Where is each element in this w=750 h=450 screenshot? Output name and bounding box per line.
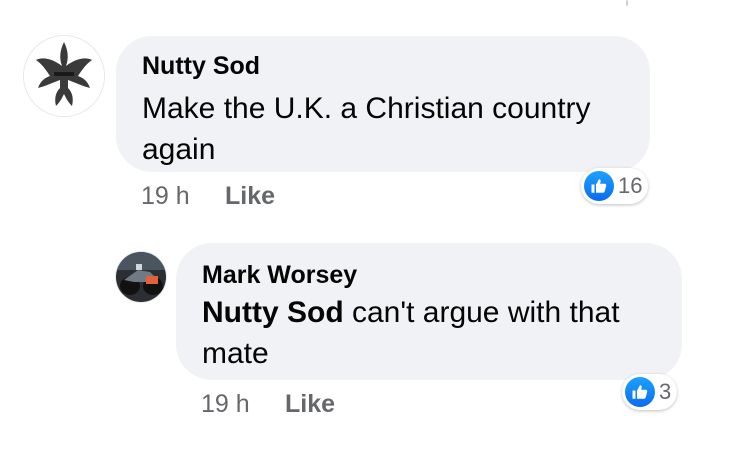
comment-text: Nutty Sod can't argue with that mate	[202, 292, 672, 374]
like-button[interactable]: Like	[285, 390, 335, 419]
comment-timestamp[interactable]: 19 h	[141, 182, 190, 211]
motorcycle-photo	[116, 252, 166, 302]
avatar[interactable]	[116, 252, 166, 302]
top-divider	[626, 0, 628, 6]
reaction-summary[interactable]: 3	[622, 374, 678, 410]
like-button[interactable]: Like	[225, 182, 275, 211]
reaction-count: 16	[618, 173, 643, 198]
avatar[interactable]	[24, 36, 104, 116]
reaction-count: 3	[659, 379, 672, 404]
thumbs-up-icon	[625, 377, 655, 407]
comment-author[interactable]: Nutty Sod	[142, 52, 260, 81]
comment-timestamp[interactable]: 19 h	[201, 390, 250, 419]
comment-author[interactable]: Mark Worsey	[202, 261, 357, 290]
mention-link[interactable]: Nutty Sod	[202, 296, 344, 329]
fleur-de-lis-icon	[24, 36, 104, 116]
thumbs-up-icon	[584, 171, 614, 201]
reaction-summary[interactable]: 16	[581, 168, 649, 204]
comment-bubble: Nutty Sod Make the U.K. a Christian coun…	[116, 36, 650, 172]
comment-bubble: Mark Worsey Nutty Sod can't argue with t…	[176, 243, 682, 380]
comment-text: Make the U.K. a Christian country again	[142, 92, 591, 166]
